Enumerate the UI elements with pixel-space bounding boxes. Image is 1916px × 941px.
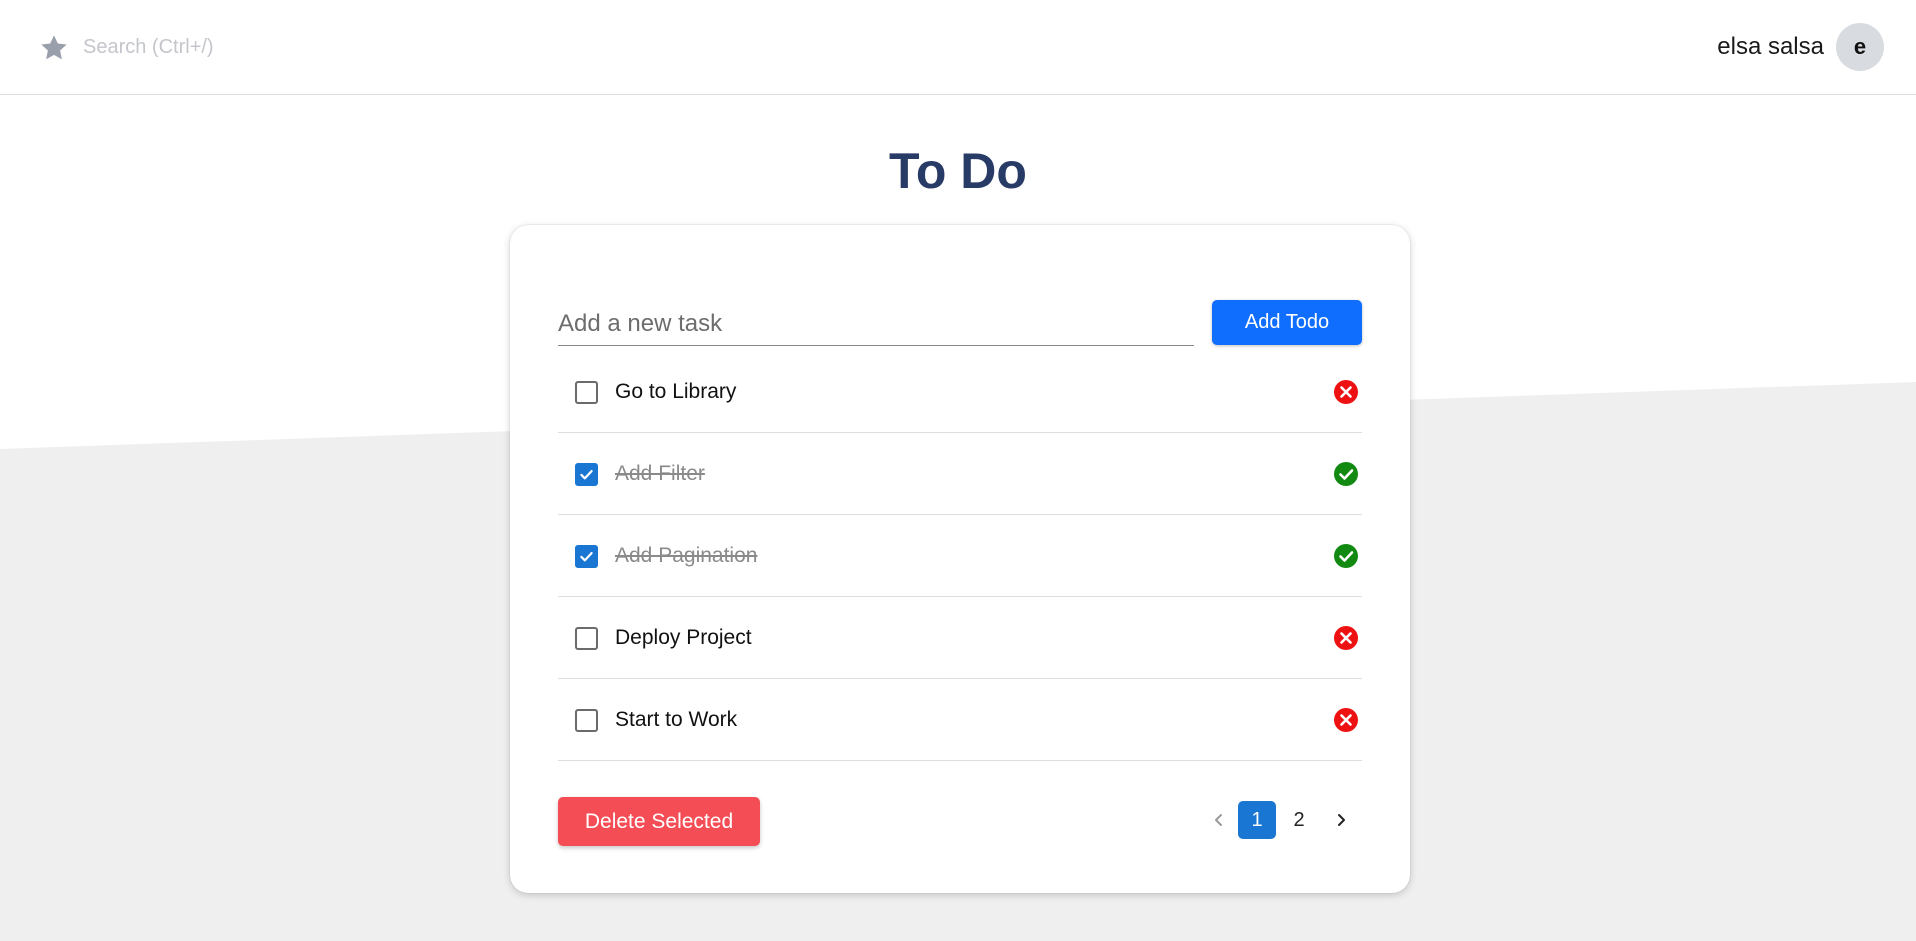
x-circle-icon[interactable] <box>1333 707 1359 733</box>
todo-text: Add Pagination <box>615 544 758 567</box>
todo-row: Add Filter <box>558 433 1362 515</box>
todo-text: Add Filter <box>615 462 705 485</box>
add-todo-button[interactable]: Add Todo <box>1212 300 1362 345</box>
page-button-1[interactable]: 1 <box>1238 801 1276 839</box>
username: elsa salsa <box>1717 33 1824 60</box>
todo-row: Go to Library <box>558 351 1362 433</box>
todo-row: Add Pagination <box>558 515 1362 597</box>
check-circle-icon[interactable] <box>1333 461 1359 487</box>
next-page-button[interactable] <box>1322 801 1360 839</box>
top-bar: elsa salsa e <box>0 0 1916 95</box>
todo-row: Start to Work <box>558 679 1362 761</box>
todo-checkbox[interactable] <box>575 709 598 732</box>
chevron-right-icon <box>1338 814 1345 826</box>
todo-checkbox[interactable] <box>575 463 598 486</box>
todo-checkbox[interactable] <box>575 545 598 568</box>
chevron-left-icon <box>1215 814 1222 826</box>
todo-text: Deploy Project <box>615 626 752 649</box>
todo-checkbox[interactable] <box>575 381 598 404</box>
x-circle-icon[interactable] <box>1333 379 1359 405</box>
new-task-input[interactable] <box>558 300 1194 346</box>
todo-list: Go to Library Add Filter Add Pagination … <box>558 351 1362 761</box>
x-circle-icon[interactable] <box>1333 625 1359 651</box>
todo-card: Add Todo Go to Library Add Filter Add Pa… <box>510 225 1410 893</box>
todo-row: Deploy Project <box>558 597 1362 679</box>
delete-selected-button[interactable]: Delete Selected <box>558 797 760 846</box>
prev-page-button[interactable] <box>1200 801 1238 839</box>
todo-text: Go to Library <box>615 380 737 403</box>
page-button-2[interactable]: 2 <box>1280 801 1318 839</box>
search-input[interactable] <box>83 32 343 62</box>
page-title: To Do <box>889 143 1027 199</box>
avatar[interactable]: e <box>1836 23 1884 71</box>
todo-text: Start to Work <box>615 708 738 731</box>
star-icon <box>41 35 67 60</box>
check-circle-icon[interactable] <box>1333 543 1359 569</box>
todo-checkbox[interactable] <box>575 627 598 650</box>
